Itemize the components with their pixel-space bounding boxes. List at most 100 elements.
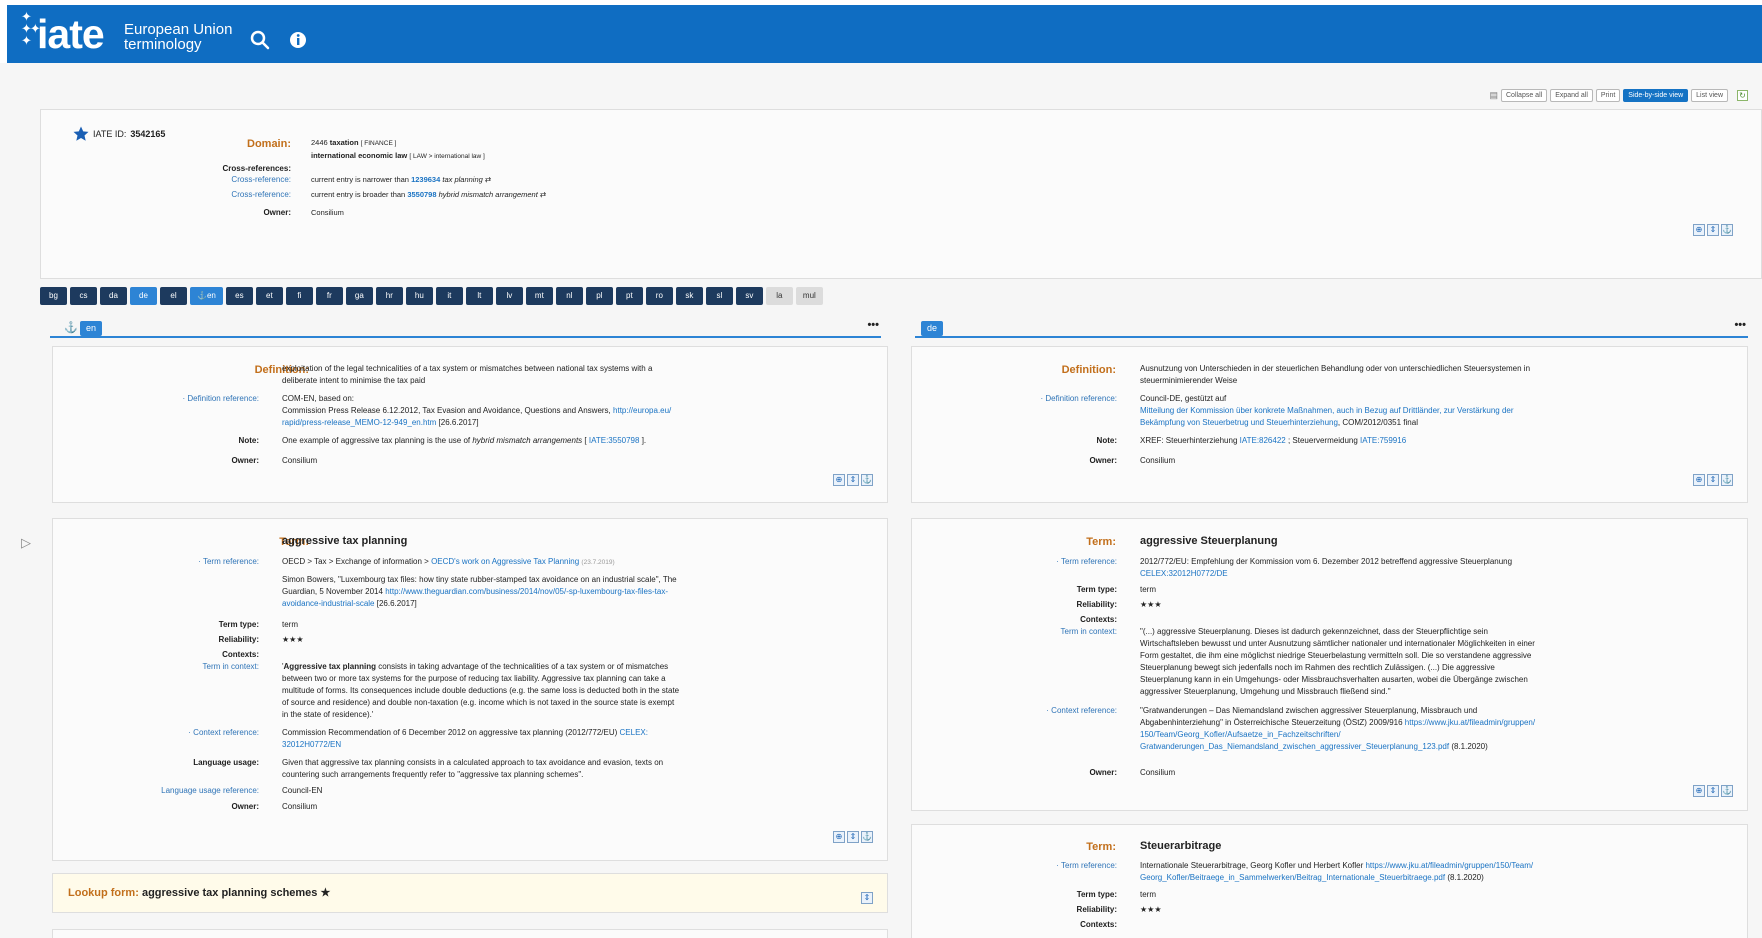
anchor-icon[interactable]: ⚓ <box>1721 785 1733 797</box>
language-button-cs[interactable]: cs <box>70 287 97 305</box>
termref-line1: OECD > Tax > Exchange of information > <box>282 557 429 566</box>
note-iate-link[interactable]: IATE:3550798 <box>589 436 640 445</box>
side-by-side-view-button[interactable]: Side-by-side view <box>1623 89 1689 102</box>
language-button-sl[interactable]: sl <box>705 287 733 305</box>
termref-link1[interactable]: OECD's work on Aggressive Tax Planning <box>431 557 579 566</box>
collapse-all-button[interactable]: Collapse all <box>1501 89 1548 102</box>
note-iate-link-2[interactable]: IATE:759916 <box>1360 436 1406 445</box>
swap-icon[interactable]: ⇄ <box>485 175 491 184</box>
star-icon[interactable] <box>73 126 89 142</box>
language-button-el[interactable]: el <box>160 287 187 305</box>
collapse-icon[interactable]: ⇕ <box>847 474 859 486</box>
tab-underline <box>50 336 881 338</box>
expand-icon[interactable]: ⇕ <box>861 892 873 904</box>
tic-line4: of source and residence) and double non-… <box>282 698 675 707</box>
expand-all-button[interactable]: Expand all <box>1550 89 1593 102</box>
language-button-hr[interactable]: hr <box>375 287 403 305</box>
cr2-id-link[interactable]: 3550798 <box>407 190 436 199</box>
term-type-value: term <box>282 620 298 629</box>
language-button-mt[interactable]: mt <box>525 287 553 305</box>
anchor-icon[interactable]: ⚓ <box>1721 224 1733 236</box>
language-button-it[interactable]: it <box>435 287 463 305</box>
language-button-mul[interactable]: mul <box>795 287 823 305</box>
more-options-icon[interactable]: ••• <box>1734 319 1746 331</box>
termref-p2-link[interactable]: http://www.theguardian.com/business/2014… <box>385 587 668 596</box>
defref-link[interactable]: Mitteilung der Kommission über konkrete … <box>1140 405 1514 417</box>
termref2-link[interactable]: https://www.jku.at/fileadmin/gruppen/150… <box>1365 861 1533 870</box>
language-button-pl[interactable]: pl <box>585 287 613 305</box>
language-button-la[interactable]: la <box>765 287 793 305</box>
zoom-icon[interactable]: ⊕ <box>1693 785 1705 797</box>
anchor-icon[interactable]: ⚓ <box>861 474 873 486</box>
anchor-icon[interactable]: ⚓ <box>1721 474 1733 486</box>
iate-id-value: 3542165 <box>130 129 166 139</box>
note-mid: ; Steuervermeidung <box>1287 436 1358 445</box>
language-button-fr[interactable]: fr <box>315 287 343 305</box>
defref-link-cont[interactable]: Bekämpfung von Steuerbetrug und Steuerhi… <box>1140 418 1338 427</box>
language-button-nl[interactable]: nl <box>555 287 583 305</box>
language-button-de[interactable]: de <box>130 287 157 305</box>
ctxref-link[interactable]: CELEX: <box>620 728 648 737</box>
language-button-pt[interactable]: pt <box>615 287 643 305</box>
language-button-lv[interactable]: lv <box>495 287 523 305</box>
iate-logo[interactable]: iate <box>37 11 105 58</box>
tab-de[interactable]: de <box>921 321 944 336</box>
language-button-es[interactable]: es <box>225 287 253 305</box>
anchor-icon[interactable]: ⚓ <box>64 321 78 334</box>
iate-id: IATE ID: 3542165 <box>73 126 165 142</box>
tic-bold: Aggressive tax planning <box>283 662 376 671</box>
cross-reference-label-2: Cross-reference: <box>231 190 291 199</box>
term-in-context-label: Term in context: <box>202 662 259 671</box>
zoom-icon[interactable]: ⊕ <box>833 474 845 486</box>
termref-link[interactable]: CELEX:32012H0772/DE <box>1140 568 1512 580</box>
language-usage-reference: Council-EN <box>282 786 323 795</box>
list-view-button[interactable]: List view <box>1691 89 1728 102</box>
language-button-ga[interactable]: ga <box>345 287 373 305</box>
zoom-icon[interactable]: ⊕ <box>1693 224 1705 236</box>
zoom-icon[interactable]: ⊕ <box>1693 474 1705 486</box>
domain-values: 2446 taxation [ FINANCE ] international … <box>311 137 485 163</box>
collapse-icon[interactable]: ⇕ <box>1707 224 1719 236</box>
ctxref-link[interactable]: https://www.jku.at/fileadmin/gruppen/ <box>1405 718 1535 727</box>
ctxref-link-cont[interactable]: 150/Team/Georg_Kofler/Aufsaetze_in_Fachz… <box>1140 729 1535 741</box>
term-type-value: term <box>1140 585 1156 594</box>
swap-icon[interactable]: ⇄ <box>540 190 546 199</box>
en-definition-card: Definition: exploitation of the legal te… <box>52 346 888 503</box>
language-button-bg[interactable]: bg <box>40 287 67 305</box>
cr1-id-link[interactable]: 1239634 <box>411 175 440 184</box>
collapse-icon[interactable]: ⇕ <box>847 831 859 843</box>
info-icon[interactable] <box>287 29 309 51</box>
collapse-icon[interactable]: ⇕ <box>1707 785 1719 797</box>
termref2-link-cont[interactable]: Georg_Kofler/Beitraege_in_Sammelwerken/B… <box>1140 873 1445 882</box>
print-icon[interactable]: ▤ <box>1489 90 1498 101</box>
term-value: aggressive Steuerplanung <box>1140 535 1278 547</box>
termref-p2-link-cont[interactable]: avoidance-industrial-scale <box>282 599 375 608</box>
ctxref-link-cont[interactable]: 32012H0772/EN <box>282 739 648 751</box>
language-button-et[interactable]: et <box>255 287 283 305</box>
note-label: Note: <box>1096 436 1117 445</box>
defref-link[interactable]: http://europa.eu/ <box>613 406 671 415</box>
anchor-icon[interactable]: ⚓ <box>861 831 873 843</box>
refresh-icon[interactable]: ↻ <box>1737 90 1748 101</box>
language-button-en[interactable]: ⚓en <box>190 287 223 305</box>
language-button-lt[interactable]: lt <box>465 287 493 305</box>
term-reference: 2012/772/EU: Empfehlung der Kommission v… <box>1140 556 1512 580</box>
ctxref-date: (8.1.2020) <box>1451 742 1488 751</box>
ctxref-link-cont2[interactable]: Gratwanderungen_Das_Niemandsland_zwische… <box>1140 742 1449 751</box>
more-options-icon[interactable]: ••• <box>867 319 879 331</box>
language-button-sv[interactable]: sv <box>735 287 763 305</box>
language-button-ro[interactable]: ro <box>645 287 673 305</box>
print-button[interactable]: Print <box>1595 89 1621 102</box>
tic-line5: Steuerplanung kann in ein Umgehungs- ode… <box>1140 675 1528 684</box>
tab-en[interactable]: en <box>80 321 103 336</box>
language-button-sk[interactable]: sk <box>675 287 703 305</box>
language-button-da[interactable]: da <box>100 287 127 305</box>
zoom-icon[interactable]: ⊕ <box>833 831 845 843</box>
defref-tail: , COM/2012/0351 final <box>1337 418 1418 427</box>
collapse-icon[interactable]: ⇕ <box>1707 474 1719 486</box>
language-button-hu[interactable]: hu <box>405 287 433 305</box>
language-button-fi[interactable]: fi <box>285 287 313 305</box>
defref-link-cont[interactable]: rapid/press-release_MEMO-12-949_en.htm <box>282 418 436 427</box>
note-iate-link-1[interactable]: IATE:826422 <box>1240 436 1286 445</box>
search-icon[interactable] <box>249 29 271 51</box>
